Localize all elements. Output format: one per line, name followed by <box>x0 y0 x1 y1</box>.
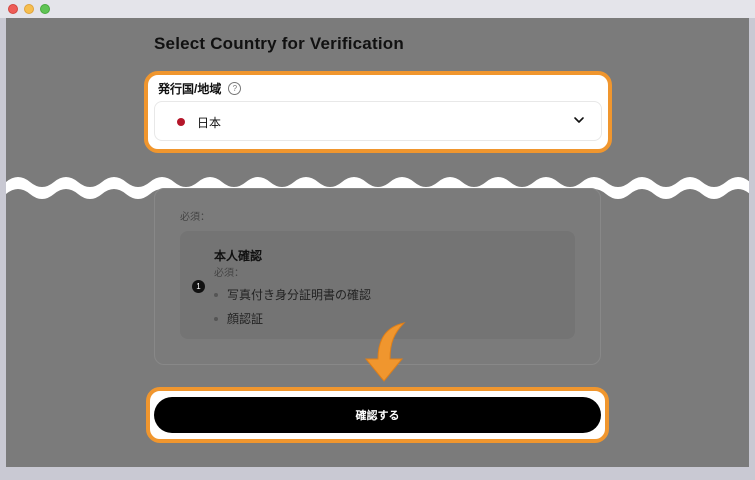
help-icon[interactable]: ? <box>228 82 242 95</box>
step-number-badge: 1 <box>192 280 205 293</box>
country-field-highlight: 発行国/地域 ? 日本 <box>144 71 612 153</box>
confirm-button-highlight: 確認する <box>146 387 609 443</box>
page-viewport: Select Country for Verification 発行国/地域 ?… <box>6 18 749 467</box>
step-required-label: 必須： <box>214 268 244 279</box>
curved-arrow-down-icon <box>364 322 406 382</box>
bullet-icon <box>214 316 218 321</box>
step-title: 本人確認 <box>214 249 263 263</box>
requirement-item-label: 写真付き身分証明書の確認 <box>227 288 372 302</box>
country-select-value: 日本 <box>197 116 222 130</box>
requirement-item-label: 顔認証 <box>227 312 264 326</box>
close-window-button[interactable] <box>8 4 18 14</box>
requirements-required-label: 必須： <box>180 212 210 223</box>
requirement-item: 写真付き身分証明書の確認 <box>214 286 371 303</box>
japan-flag-icon <box>177 118 185 126</box>
chevron-down-icon <box>574 117 584 123</box>
country-field-label-row: 発行国/地域 ? <box>158 80 242 97</box>
maximize-window-button[interactable] <box>40 4 50 14</box>
minimize-window-button[interactable] <box>24 4 34 14</box>
window-titlebar <box>0 0 755 18</box>
page-title: Select Country for Verification <box>154 34 404 53</box>
confirm-button[interactable]: 確認する <box>154 397 601 433</box>
bullet-icon <box>214 292 218 297</box>
country-field-label: 発行国/地域 <box>158 82 222 96</box>
window-bottom-frame <box>0 467 755 480</box>
requirement-item: 顔認証 <box>214 310 263 327</box>
country-select[interactable]: 日本 <box>154 101 602 141</box>
